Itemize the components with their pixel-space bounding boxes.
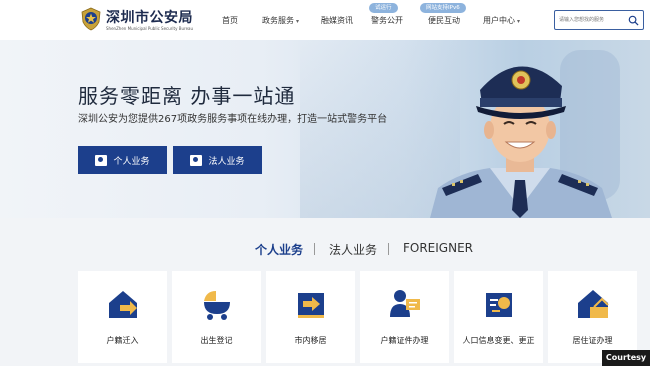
tab-divider: [314, 243, 315, 255]
nav-police-affairs[interactable]: 警务公开: [371, 15, 403, 26]
personal-business-button[interactable]: 个人业务: [78, 146, 167, 174]
chevron-down-icon: ▾: [517, 18, 521, 25]
service-card-city-relocation[interactable]: 市内移居: [266, 271, 355, 363]
nav-media-news[interactable]: 融媒资讯: [321, 15, 353, 26]
company-card-icon: [190, 154, 203, 166]
nav-gov-services[interactable]: 政务服务 ▾: [262, 15, 299, 26]
service-card-label: 人口信息变更、更正: [462, 336, 535, 345]
service-card-info-change[interactable]: 人口信息变更、更正: [454, 271, 543, 363]
search-input[interactable]: [559, 14, 629, 26]
police-officer-photo: [430, 66, 612, 218]
tab-personal[interactable]: 个人业务: [255, 241, 303, 258]
service-card-label: 居住证办理: [572, 336, 613, 345]
service-card-hukou-documents[interactable]: 户籍证件办理: [360, 271, 449, 363]
house-arrow-icon: [109, 291, 137, 318]
move-box-icon: [298, 293, 324, 318]
corporate-business-label: 法人业务: [208, 156, 245, 167]
service-card-birth-registration[interactable]: 出生登记: [172, 271, 261, 363]
site-subtitle: ShenZhen Municipal Public Security Burea…: [106, 26, 194, 31]
chevron-down-icon: ▾: [296, 18, 300, 25]
police-emblem-icon[interactable]: [80, 7, 102, 31]
status-badge: 试运行: [369, 3, 398, 13]
nav-home[interactable]: 首页: [222, 15, 238, 26]
nav-user-center[interactable]: 用户中心 ▾: [483, 15, 520, 26]
ipv6-badge: 网站支持IPv6: [420, 3, 466, 13]
residence-house-icon: [578, 290, 609, 318]
id-card-person-icon: [390, 290, 420, 317]
personal-business-label: 个人业务: [113, 156, 150, 167]
nav-public-interaction[interactable]: 便民互动: [428, 15, 460, 26]
service-card-label: 户籍迁入: [106, 336, 139, 345]
tab-divider: [388, 243, 389, 255]
site-header: 深圳市公安局 ShenZhen Municipal Public Securit…: [0, 0, 650, 40]
courtesy-watermark: Courtesy: [602, 350, 650, 366]
service-card-label: 市内移居: [294, 336, 327, 345]
service-card-label: 户籍证件办理: [380, 336, 429, 345]
baby-cradle-icon: [204, 291, 230, 320]
person-card-icon: [95, 154, 108, 166]
hero-subtitle: 深圳公安为您提供267项政务服务事项在线办理，打造一站式警务平台: [78, 114, 388, 125]
service-card-hukou-move-in[interactable]: 户籍迁入: [78, 271, 167, 363]
corporate-business-button[interactable]: 法人业务: [173, 146, 262, 174]
search-box: [554, 10, 644, 30]
site-title[interactable]: 深圳市公安局: [106, 7, 193, 27]
service-card-label: 出生登记: [200, 336, 233, 345]
search-icon[interactable]: [628, 15, 639, 26]
hero-title: 服务零距离 办事一站通: [78, 84, 296, 108]
tab-corporate[interactable]: 法人业务: [329, 241, 377, 258]
tab-foreigner[interactable]: FOREIGNER: [403, 241, 473, 255]
info-edit-icon: [486, 293, 512, 317]
